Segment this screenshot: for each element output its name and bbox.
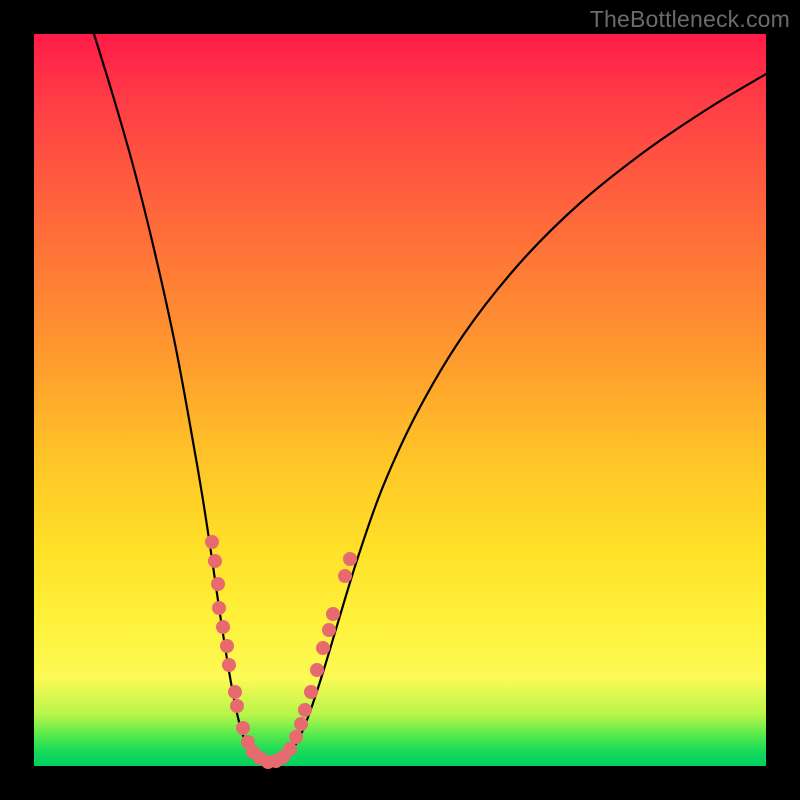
data-point bbox=[211, 577, 225, 591]
curve-layer bbox=[34, 34, 766, 766]
curve-right-branch bbox=[270, 74, 766, 764]
data-point bbox=[205, 535, 219, 549]
data-point bbox=[236, 721, 250, 735]
data-point bbox=[222, 658, 236, 672]
data-point bbox=[283, 742, 297, 756]
data-point bbox=[304, 685, 318, 699]
data-point bbox=[208, 554, 222, 568]
data-point bbox=[220, 639, 234, 653]
data-point bbox=[316, 641, 330, 655]
plot-area bbox=[34, 34, 766, 766]
data-point bbox=[212, 601, 226, 615]
data-point bbox=[228, 685, 242, 699]
data-point bbox=[294, 717, 308, 731]
data-point bbox=[216, 620, 230, 634]
data-point bbox=[230, 699, 244, 713]
chart-frame: TheBottleneck.com bbox=[0, 0, 800, 800]
data-point bbox=[338, 569, 352, 583]
data-point bbox=[322, 623, 336, 637]
data-point bbox=[289, 730, 303, 744]
watermark-text: TheBottleneck.com bbox=[590, 6, 790, 33]
data-point bbox=[326, 607, 340, 621]
data-point bbox=[298, 703, 312, 717]
data-point bbox=[343, 552, 357, 566]
data-point bbox=[310, 663, 324, 677]
curve-left-branch bbox=[94, 34, 270, 764]
